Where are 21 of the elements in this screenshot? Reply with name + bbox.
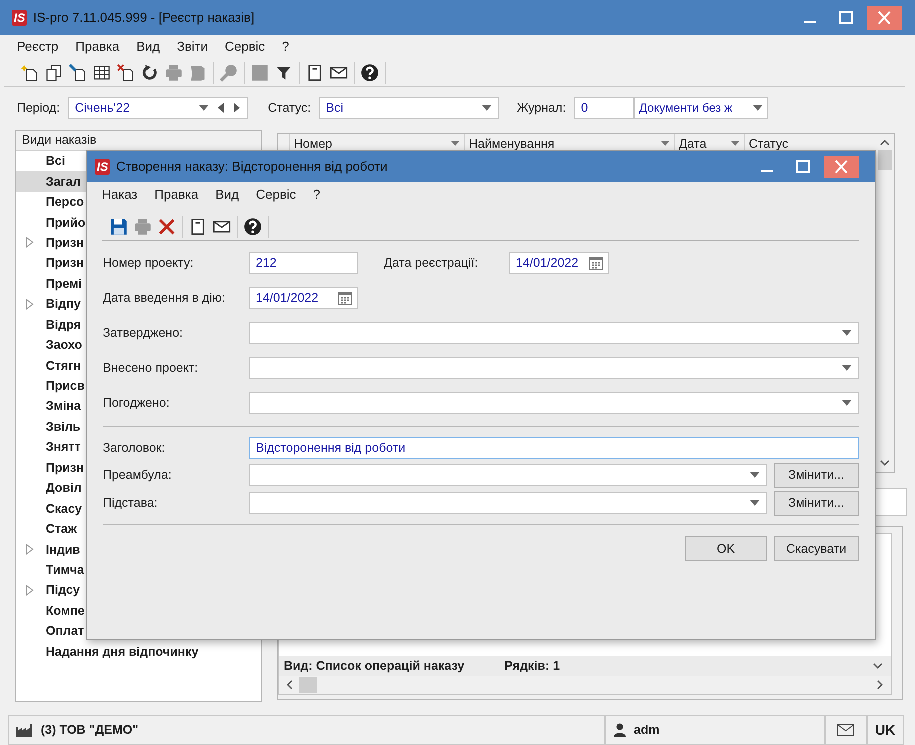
field-label: Дата реєстрації: [384,256,480,270]
view-label: Вид: Список операцій наказу [284,659,465,673]
period-label: Період: [17,101,60,115]
field-label: Дата введення в дію: [103,291,226,305]
tree-header: Види наказів [16,131,261,151]
dialog-title: Створення наказу: Відсторонення від роботи [116,159,388,174]
field-label: Заголовок: [103,441,166,455]
field-label: Преамбула: [103,468,173,482]
field-label: Внесено проект: [103,361,200,375]
field-label: Номер проекту: [103,256,195,270]
app-logo: IS [12,10,28,26]
field-label: Погоджено: [103,396,171,410]
field-label: Затверджено: [103,326,184,340]
status-label: Статус: [268,101,312,115]
row-count: Рядків: 1 [504,659,560,673]
company-name: (3) ТОВ "ДЕМО" [41,723,139,737]
user-name: adm [634,723,660,737]
app-logo: IS [95,158,110,174]
window-title: IS-pro 7.11.045.999 - [Реєстр наказів] [33,10,255,25]
field-label: Підстава: [103,496,159,510]
journal-label: Журнал: [517,101,566,115]
